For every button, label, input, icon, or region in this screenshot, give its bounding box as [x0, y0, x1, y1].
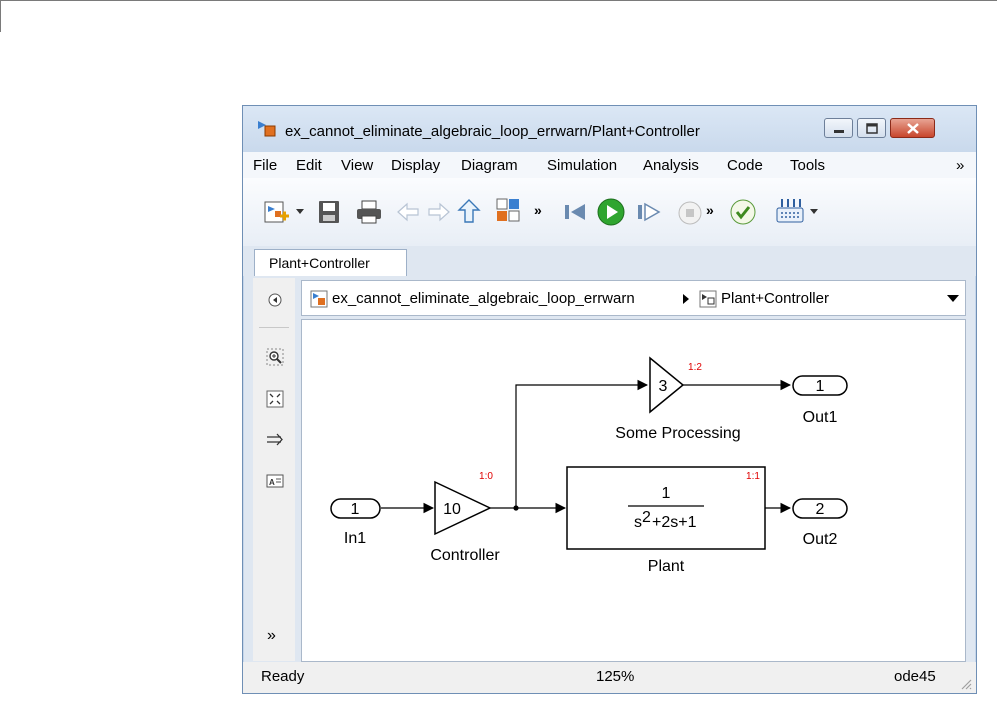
status-solver[interactable]: ode45: [894, 668, 936, 685]
controller-execution-order: 1:0: [479, 471, 493, 482]
breadcrumb: ex_cannot_eliminate_algebraic_loop_errwa…: [301, 280, 966, 316]
expand-icon[interactable]: »: [267, 627, 276, 645]
stop-icon[interactable]: [677, 200, 703, 226]
out2-port-number: 2: [816, 501, 825, 518]
processing-block[interactable]: 3 1:2 Some Processing: [615, 356, 741, 442]
toolbar: » »: [243, 178, 976, 247]
out1-port-number: 1: [816, 378, 825, 395]
plant-denominator-s: s: [634, 514, 642, 531]
menu-simulation[interactable]: Simulation: [547, 157, 617, 174]
print-icon[interactable]: [354, 198, 384, 226]
controller-gain: 10: [443, 501, 461, 518]
menu-analysis[interactable]: Analysis: [643, 157, 699, 174]
dropdown-arrow-icon[interactable]: [295, 208, 305, 216]
plant-denominator-exponent: 2: [642, 509, 651, 526]
tab-label: Plant+Controller: [269, 255, 370, 271]
step-back-icon[interactable]: [561, 198, 589, 226]
run-icon[interactable]: [596, 197, 626, 227]
out1-label: Out1: [803, 409, 838, 426]
plant-numerator: 1: [662, 485, 671, 502]
menu-diagram[interactable]: Diagram: [461, 157, 518, 174]
in1-label: In1: [344, 530, 366, 547]
tab-plant-controller[interactable]: Plant+Controller: [254, 249, 407, 276]
close-button[interactable]: [890, 118, 935, 138]
simulink-window: ex_cannot_eliminate_algebraic_loop_errwa…: [242, 105, 977, 694]
tab-strip: Plant+Controller: [243, 246, 976, 276]
status-ready: Ready: [261, 668, 305, 685]
menu-file[interactable]: File: [253, 157, 277, 174]
menu-display[interactable]: Display: [391, 157, 440, 174]
breadcrumb-dropdown-icon[interactable]: [947, 295, 959, 303]
processing-execution-order: 1:2: [688, 362, 702, 373]
breadcrumb-separator-icon: [683, 294, 689, 304]
annotation-icon[interactable]: A: [266, 472, 284, 490]
left-panel: A »: [253, 278, 295, 661]
diagram-canvas[interactable]: 1 In1 10 1:0 Controller 3 1:2 Some Proce…: [301, 319, 966, 662]
resize-grip-icon[interactable]: [960, 678, 972, 690]
menu-code[interactable]: Code: [727, 157, 763, 174]
out2-label: Out2: [803, 531, 838, 548]
check-icon[interactable]: [729, 198, 757, 226]
plant-execution-order: 1:1: [746, 471, 760, 482]
status-zoom: 125%: [596, 668, 635, 685]
processing-label: Some Processing: [615, 425, 740, 442]
dropdown-arrow-icon[interactable]: [809, 208, 819, 216]
plant-label: Plant: [648, 558, 685, 575]
plant-block[interactable]: 1 s 2 +2s+1 1:1 Plant: [566, 466, 766, 575]
up-arrow-icon[interactable]: [456, 197, 482, 225]
simulink-app-icon: [258, 121, 276, 137]
menu-view[interactable]: View: [341, 157, 373, 174]
breadcrumb-subsystem[interactable]: Plant+Controller: [721, 290, 829, 307]
plant-denominator-rest: +2s+1: [652, 514, 697, 531]
menu-overflow[interactable]: »: [956, 157, 964, 174]
branch-point: [513, 505, 519, 511]
save-icon[interactable]: [316, 198, 342, 226]
in1-block[interactable]: 1 In1: [330, 498, 381, 547]
block-diagram: 1 In1 10 1:0 Controller 3 1:2 Some Proce…: [330, 356, 848, 575]
out2-block[interactable]: 2 Out2: [792, 498, 848, 548]
page-left-rule: [0, 0, 1, 32]
processing-gain: 3: [659, 378, 668, 395]
out1-block[interactable]: 1 Out1: [792, 375, 848, 426]
page-top-rule: [0, 0, 997, 1]
forward-arrow-icon[interactable]: [426, 200, 452, 224]
back-arrow-icon[interactable]: [395, 200, 421, 224]
menu-edit[interactable]: Edit: [296, 157, 322, 174]
zoom-icon[interactable]: [266, 348, 284, 366]
controller-block[interactable]: 10 1:0 Controller: [430, 471, 500, 564]
toolbar-overflow-2[interactable]: »: [706, 202, 714, 218]
new-model-icon[interactable]: [263, 198, 291, 226]
minimize-button[interactable]: [824, 118, 853, 138]
in1-port-number: 1: [351, 501, 360, 518]
model-explorer-icon[interactable]: [495, 197, 521, 225]
maximize-button[interactable]: [857, 118, 886, 138]
left-panel-divider: [259, 327, 289, 328]
hide-browser-icon[interactable]: [266, 291, 284, 309]
library-icon[interactable]: [774, 196, 806, 226]
breadcrumb-model[interactable]: ex_cannot_eliminate_algebraic_loop_errwa…: [332, 290, 635, 307]
step-forward-icon[interactable]: [634, 198, 662, 226]
svg-text:A: A: [269, 478, 275, 487]
menu-tools[interactable]: Tools: [790, 157, 825, 174]
status-bar: Ready 125% ode45: [243, 662, 976, 693]
window-title: ex_cannot_eliminate_algebraic_loop_errwa…: [285, 123, 700, 140]
model-icon: [310, 290, 328, 308]
controller-label: Controller: [430, 547, 500, 564]
subsystem-icon: [699, 290, 717, 308]
menu-bar: File Edit View Display Diagram Simulatio…: [243, 152, 976, 178]
toolbar-overflow-1[interactable]: »: [534, 202, 542, 218]
title-bar: ex_cannot_eliminate_algebraic_loop_errwa…: [243, 106, 976, 152]
arrow-icon[interactable]: [266, 431, 284, 449]
fit-view-icon[interactable]: [266, 390, 284, 408]
